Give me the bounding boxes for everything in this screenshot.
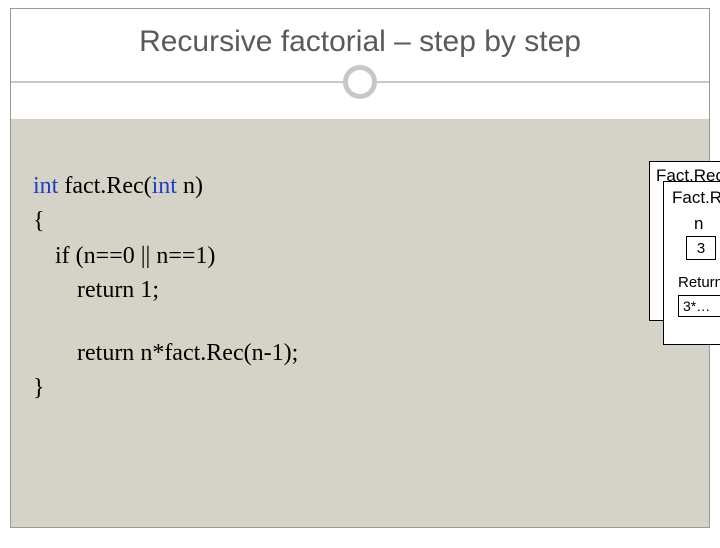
title-divider [11,65,709,101]
code-block: int fact.Rec(int n) { if (n==0 || n==1) … [33,169,298,406]
slide-title: Recursive factorial – step by step [11,25,709,59]
blank-line [33,308,298,336]
code-line: { [33,204,298,239]
variable-label: n [694,214,720,234]
frame-front-title: Fact.Rec(3) [672,188,720,208]
title-area: Recursive factorial – step by step [11,9,709,109]
keyword-int: int [152,173,177,199]
slide: Recursive factorial – step by step int f… [10,8,710,528]
divider-circle-icon [343,65,377,99]
returns-value: 3*… [683,298,710,314]
code-line: return n*fact.Rec(n-1); [33,336,298,371]
stack-frame-front: Fact.Rec(3) n 3 Returns… 3*… [663,181,720,345]
code-line: return 1; [33,273,298,308]
slide-body: int fact.Rec(int n) { if (n==0 || n==1) … [11,119,709,527]
code-line: if (n==0 || n==1) [33,239,298,274]
code-line: int fact.Rec(int n) [33,169,298,204]
variable-value: 3 [697,240,705,257]
code-line: } [33,371,298,406]
returns-value-box: 3*… [678,295,720,317]
variable-value-box: 3 [686,236,716,260]
returns-label: Returns… [678,274,720,291]
keyword-int: int [33,173,58,199]
